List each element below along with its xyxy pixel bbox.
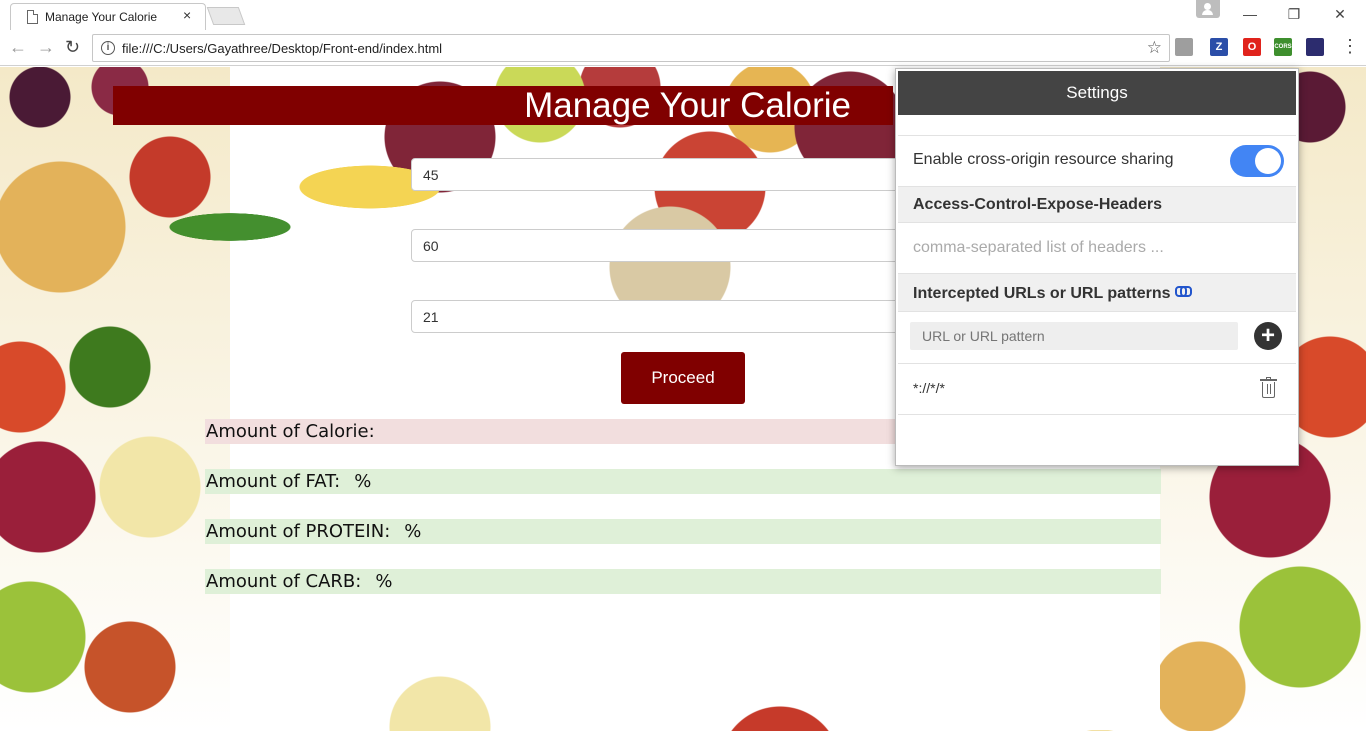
popup-footer	[898, 414, 1296, 464]
add-icon[interactable]: +	[1254, 322, 1282, 350]
flag-extension-icon[interactable]	[1306, 38, 1324, 56]
enable-cors-row: Enable cross-origin resource sharing	[898, 135, 1296, 186]
popup-header: Settings	[898, 71, 1296, 115]
url-pattern-text: *://*/*	[913, 380, 945, 396]
url-pattern-row: *://*/*	[898, 363, 1296, 414]
enable-cors-toggle[interactable]	[1230, 145, 1284, 177]
input-field-2[interactable]	[411, 229, 911, 262]
fruit-background-bottom	[230, 637, 1160, 731]
address-bar[interactable]: i file:///C:/Users/Gayathree/Desktop/Fro…	[92, 34, 1170, 62]
add-url-row: +	[898, 311, 1296, 363]
trash-icon[interactable]	[1260, 377, 1277, 399]
back-icon[interactable]: ←	[9, 37, 27, 58]
page-title: Manage Your Calorie	[113, 86, 893, 125]
calorie-label: Amount of Calorie:	[206, 421, 375, 442]
close-window-button[interactable]: ✕	[1318, 2, 1362, 26]
expose-headers-section: Access-Control-Expose-Headers	[898, 186, 1296, 222]
intercepted-urls-label: Intercepted URLs or URL patterns	[913, 285, 1171, 302]
expose-headers-title: Access-Control-Expose-Headers	[913, 196, 1162, 213]
carb-label: Amount of CARB:	[206, 571, 362, 592]
page-icon	[27, 10, 38, 24]
pocket-icon[interactable]	[1175, 38, 1193, 56]
url-pattern-input[interactable]	[910, 322, 1238, 350]
intercepted-urls-section: Intercepted URLs or URL patterns	[898, 273, 1296, 311]
fat-unit: %	[354, 471, 372, 492]
proceed-button[interactable]: Proceed	[621, 352, 745, 404]
fat-result: Amount of FAT:%	[205, 469, 1161, 494]
intercepted-urls-title: Intercepted URLs or URL patterns	[913, 285, 1192, 303]
protein-unit: %	[404, 521, 422, 542]
enable-cors-label: Enable cross-origin resource sharing	[913, 151, 1174, 168]
minimize-button[interactable]: —	[1228, 2, 1272, 26]
protein-result: Amount of PROTEIN:%	[205, 519, 1161, 544]
link-icon[interactable]	[1174, 286, 1192, 297]
opera-icon[interactable]: O	[1243, 38, 1261, 56]
expose-headers-input[interactable]: comma-separated list of headers ...	[913, 239, 1164, 257]
bookmark-star-icon[interactable]: ☆	[1147, 38, 1162, 58]
protein-label: Amount of PROTEIN:	[206, 521, 391, 542]
tab-close-icon[interactable]: ×	[183, 7, 191, 23]
input-field-3[interactable]	[411, 300, 911, 333]
info-icon[interactable]: i	[101, 41, 115, 55]
profile-icon[interactable]	[1196, 0, 1220, 18]
tab-title: Manage Your Calorie	[45, 10, 158, 24]
cors-settings-popup: Settings Enable cross-origin resource sh…	[895, 68, 1299, 466]
expose-headers-row[interactable]: comma-separated list of headers ...	[898, 222, 1296, 273]
forward-icon[interactable]: →	[37, 37, 55, 58]
carb-result: Amount of CARB:%	[205, 569, 1161, 594]
cors-extension-icon[interactable]: CORS	[1274, 38, 1292, 56]
tab-strip: Manage Your Calorie × — ❐ ✕	[0, 0, 1366, 30]
restore-button[interactable]: ❐	[1272, 2, 1316, 26]
carb-unit: %	[375, 571, 393, 592]
reload-icon[interactable]: ↻	[65, 37, 80, 58]
new-tab-button[interactable]	[206, 7, 246, 25]
fat-label: Amount of FAT:	[206, 471, 341, 492]
browser-tab[interactable]: Manage Your Calorie ×	[10, 3, 206, 30]
url-text[interactable]: file:///C:/Users/Gayathree/Desktop/Front…	[122, 41, 442, 56]
input-field-1[interactable]	[411, 158, 911, 191]
zotero-icon[interactable]: Z	[1210, 38, 1228, 56]
browser-toolbar: ← → ↻ i file:///C:/Users/Gayathree/Deskt…	[0, 30, 1366, 66]
menu-icon[interactable]: ⋮	[1341, 36, 1359, 57]
